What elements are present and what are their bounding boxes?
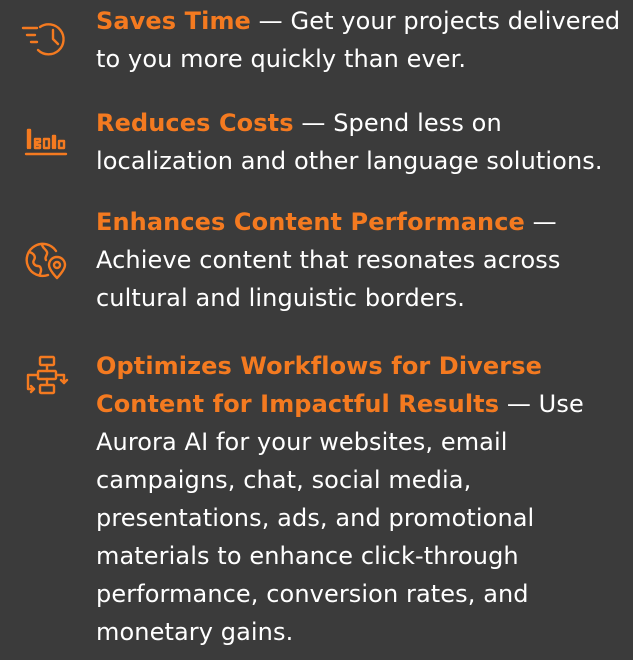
benefits-list: Saves Time — Get your projects delivered…	[0, 0, 633, 660]
workflow-icon	[20, 351, 70, 401]
benefit-separator: —	[524, 208, 557, 236]
benefit-separator: —	[499, 390, 539, 418]
benefit-title: Saves Time	[96, 7, 251, 35]
benefit-body: Achieve content that resonates across cu…	[96, 246, 561, 312]
benefit-text: Enhances Content Performance — Achieve c…	[96, 203, 626, 317]
benefit-title: Optimizes Workflows for Diverse Content …	[96, 352, 542, 418]
benefit-text: Saves Time — Get your projects delivered…	[96, 2, 626, 78]
benefit-title: Reduces Costs	[96, 109, 294, 137]
benefit-body: Use Aurora AI for your websites, email c…	[96, 390, 584, 646]
benefit-text: Optimizes Workflows for Diverse Content …	[96, 347, 626, 651]
benefit-title: Enhances Content Performance	[96, 208, 525, 236]
benefit-separator: —	[250, 7, 291, 35]
benefit-separator: —	[293, 109, 334, 137]
benefit-text: Reduces Costs — Spend less on localizati…	[96, 104, 626, 180]
globe-location-icon	[20, 235, 70, 285]
time-fast-icon	[20, 14, 70, 64]
cost-chart-icon	[20, 112, 70, 162]
